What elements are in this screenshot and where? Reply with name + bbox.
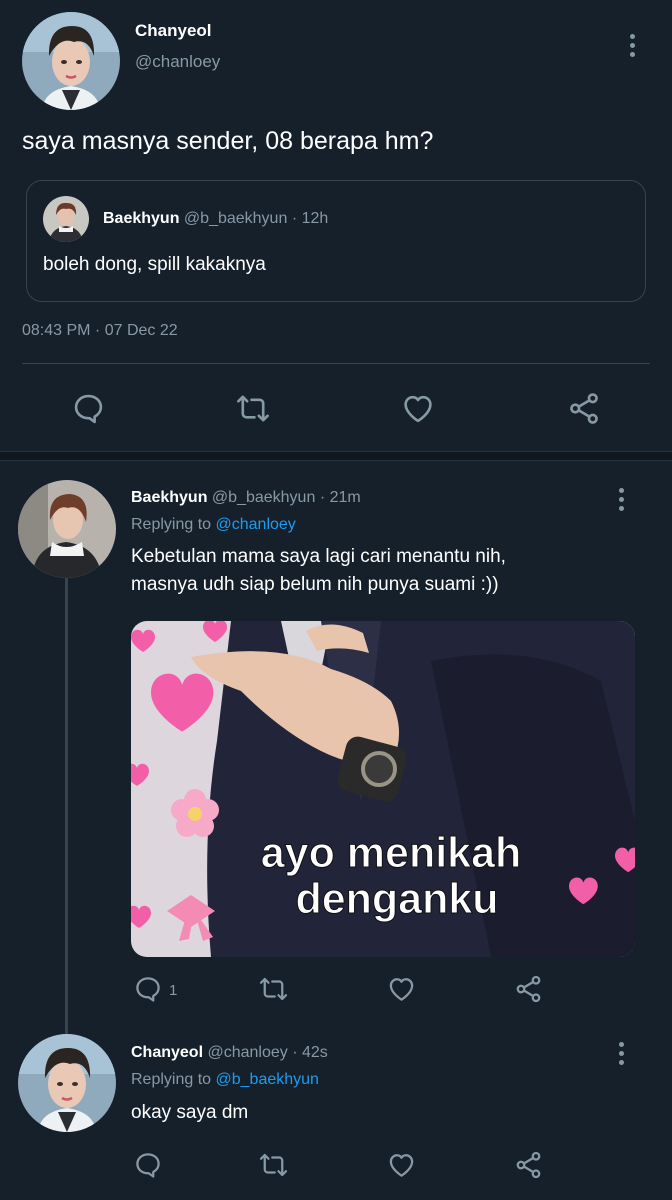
reply-handle[interactable]: @b_baekhyun: [212, 489, 315, 506]
like-icon[interactable]: [386, 974, 417, 1004]
replying-to-prefix: Replying to: [131, 1071, 212, 1088]
retweet-icon[interactable]: [257, 974, 290, 1004]
reply-icon[interactable]: [133, 1150, 163, 1180]
replying-to: Replying to @chanloey: [131, 516, 296, 534]
reply-avatar[interactable]: [18, 480, 116, 578]
meme-image: ayo menikah denganku: [131, 621, 635, 957]
reply-text: okay saya dm: [131, 1102, 249, 1123]
author-avatar[interactable]: [22, 12, 120, 110]
quoted-handle: @b_baekhyun: [183, 210, 288, 227]
quoted-header: Baekhyun @b_baekhyun · 12h: [103, 210, 328, 228]
replying-to-handle[interactable]: @b_baekhyun: [216, 1071, 319, 1088]
quoted-avatar: [43, 196, 89, 242]
reply-handle[interactable]: @chanloey: [207, 1044, 287, 1061]
reply-header: Baekhyun @b_baekhyun · 21m: [131, 489, 361, 507]
more-options-icon[interactable]: [617, 1042, 625, 1065]
retweet-icon[interactable]: [234, 391, 272, 426]
divider: [22, 363, 650, 364]
meme-caption-line1: ayo menikah: [261, 829, 522, 877]
reply-text-line: masnya udh siap belum nih punya suami :)…: [131, 574, 499, 595]
reply-avatar-photo: [18, 1034, 116, 1132]
reply-time: · 42s: [292, 1044, 328, 1061]
retweet-icon[interactable]: [257, 1150, 290, 1180]
reply-count: 1: [169, 982, 178, 999]
quoted-display-name: Baekhyun: [103, 210, 180, 227]
more-options-icon[interactable]: [628, 34, 636, 57]
reply-thread-line: [65, 578, 68, 1034]
quoted-avatar-photo: [43, 196, 89, 242]
meme-caption-line2: denganku: [295, 875, 498, 923]
reply-media-image[interactable]: ayo menikah denganku: [131, 621, 635, 957]
share-icon[interactable]: [566, 391, 602, 426]
like-icon[interactable]: [400, 391, 436, 426]
reply-icon[interactable]: [71, 391, 106, 426]
tweet-timestamp: 08:43 PM · 07 Dec 22: [22, 322, 178, 339]
replying-to-handle[interactable]: @chanloey: [216, 516, 296, 533]
reply-display-name[interactable]: Baekhyun: [131, 489, 207, 506]
replying-to: Replying to @b_baekhyun: [131, 1071, 319, 1089]
reply-display-name[interactable]: Chanyeol: [131, 1044, 203, 1061]
tweet-text: saya masnya sender, 08 berapa hm?: [22, 127, 434, 155]
author-handle[interactable]: @chanloey: [135, 52, 220, 72]
quoted-tweet-card[interactable]: Baekhyun @b_baekhyun · 12h boleh dong, s…: [26, 180, 646, 302]
section-separator: [0, 451, 672, 461]
reply-avatar-photo: [18, 480, 116, 578]
more-options-icon[interactable]: [617, 488, 625, 511]
share-icon[interactable]: [513, 974, 544, 1004]
quoted-text: boleh dong, spill kakaknya: [43, 254, 266, 275]
share-icon[interactable]: [513, 1150, 544, 1180]
quoted-time: · 12h: [291, 210, 329, 227]
reply-time: · 21m: [319, 489, 361, 506]
replying-to-prefix: Replying to: [131, 516, 212, 533]
avatar-photo: [22, 12, 120, 110]
reply-avatar[interactable]: [18, 1034, 116, 1132]
reply-text-line: Kebetulan mama saya lagi cari menantu ni…: [131, 546, 506, 567]
like-icon[interactable]: [386, 1150, 417, 1180]
reply-header: Chanyeol @chanloey · 42s: [131, 1044, 328, 1062]
author-display-name[interactable]: Chanyeol: [135, 21, 212, 41]
reply-icon[interactable]: [133, 974, 163, 1004]
